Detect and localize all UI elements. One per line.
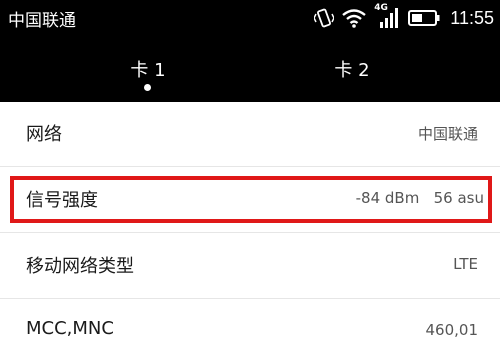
- wifi-icon: [342, 8, 367, 28]
- network-label: 网络: [26, 124, 62, 145]
- list-item-network-type: 移动网络类型 LTE: [0, 234, 500, 299]
- mcc-mnc-label: MCC,MNC: [26, 318, 114, 339]
- network-type-value: LTE: [453, 255, 478, 273]
- tab-sim-1[interactable]: 卡 1: [88, 56, 208, 82]
- cellular-signal-icon: 4G: [374, 3, 400, 30]
- selected-tab-indicator: [144, 84, 151, 91]
- vibrate-icon: [314, 7, 335, 29]
- highlight-box: [10, 176, 492, 223]
- mcc-mnc-value: 460,01: [425, 321, 479, 339]
- list-item-mcc-mnc: MCC,MNC 460,01: [0, 300, 500, 349]
- list-item-network: 网络 中国联通: [0, 102, 500, 167]
- carrier-name: 中国联通: [8, 11, 76, 31]
- battery-icon: [408, 9, 440, 27]
- status-bar: 中国联通 4G 11:55: [0, 0, 500, 36]
- network-type-label: 移动网络类型: [26, 256, 134, 277]
- tab-sim-2[interactable]: 卡 2: [292, 56, 412, 82]
- clock: 11:55: [450, 7, 494, 28]
- network-value: 中国联通: [417, 125, 478, 143]
- status-icons: 4G 11:55: [314, 3, 494, 31]
- sim-tab-bar: 卡 1 卡 2: [0, 36, 500, 102]
